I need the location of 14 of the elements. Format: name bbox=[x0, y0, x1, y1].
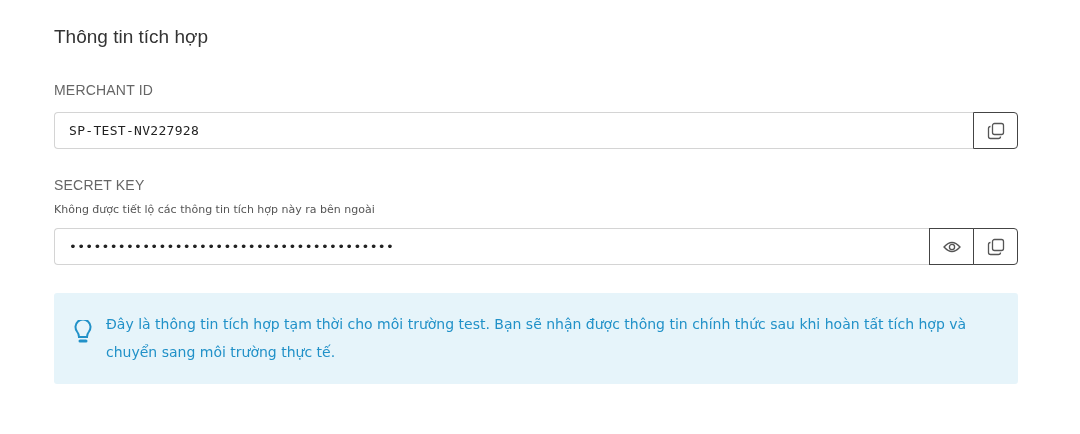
eye-icon bbox=[942, 240, 961, 253]
copy-icon bbox=[986, 237, 1005, 256]
section-title: Thông tin tích hợp bbox=[54, 26, 209, 48]
input-field[interactable]: •••••••••••••••••••••••••••••••••••••••• bbox=[54, 228, 929, 265]
copy-button[interactable] bbox=[973, 228, 1018, 265]
notice-text: Đây là thông tin tích hợp tạm thời cho môi trường test. Bạn sẽ nhận được thông tin chính thức sau khi hoàn tất tích hợp và chuyển sang môi trường thực tế. bbox=[106, 315, 968, 362]
lightbulb-icon bbox=[74, 320, 92, 346]
field-label: MERCHANT ID bbox=[54, 82, 155, 98]
reveal-button[interactable] bbox=[929, 228, 974, 265]
copy-icon bbox=[986, 121, 1005, 140]
hint-text: Không được tiết lộ các thông tin tích hợp này ra bên ngoài bbox=[54, 203, 376, 216]
input-field[interactable]: SP-TEST-NV227928 bbox=[54, 112, 973, 149]
copy-button[interactable] bbox=[973, 112, 1018, 149]
field-label: SECRET KEY bbox=[54, 177, 146, 193]
